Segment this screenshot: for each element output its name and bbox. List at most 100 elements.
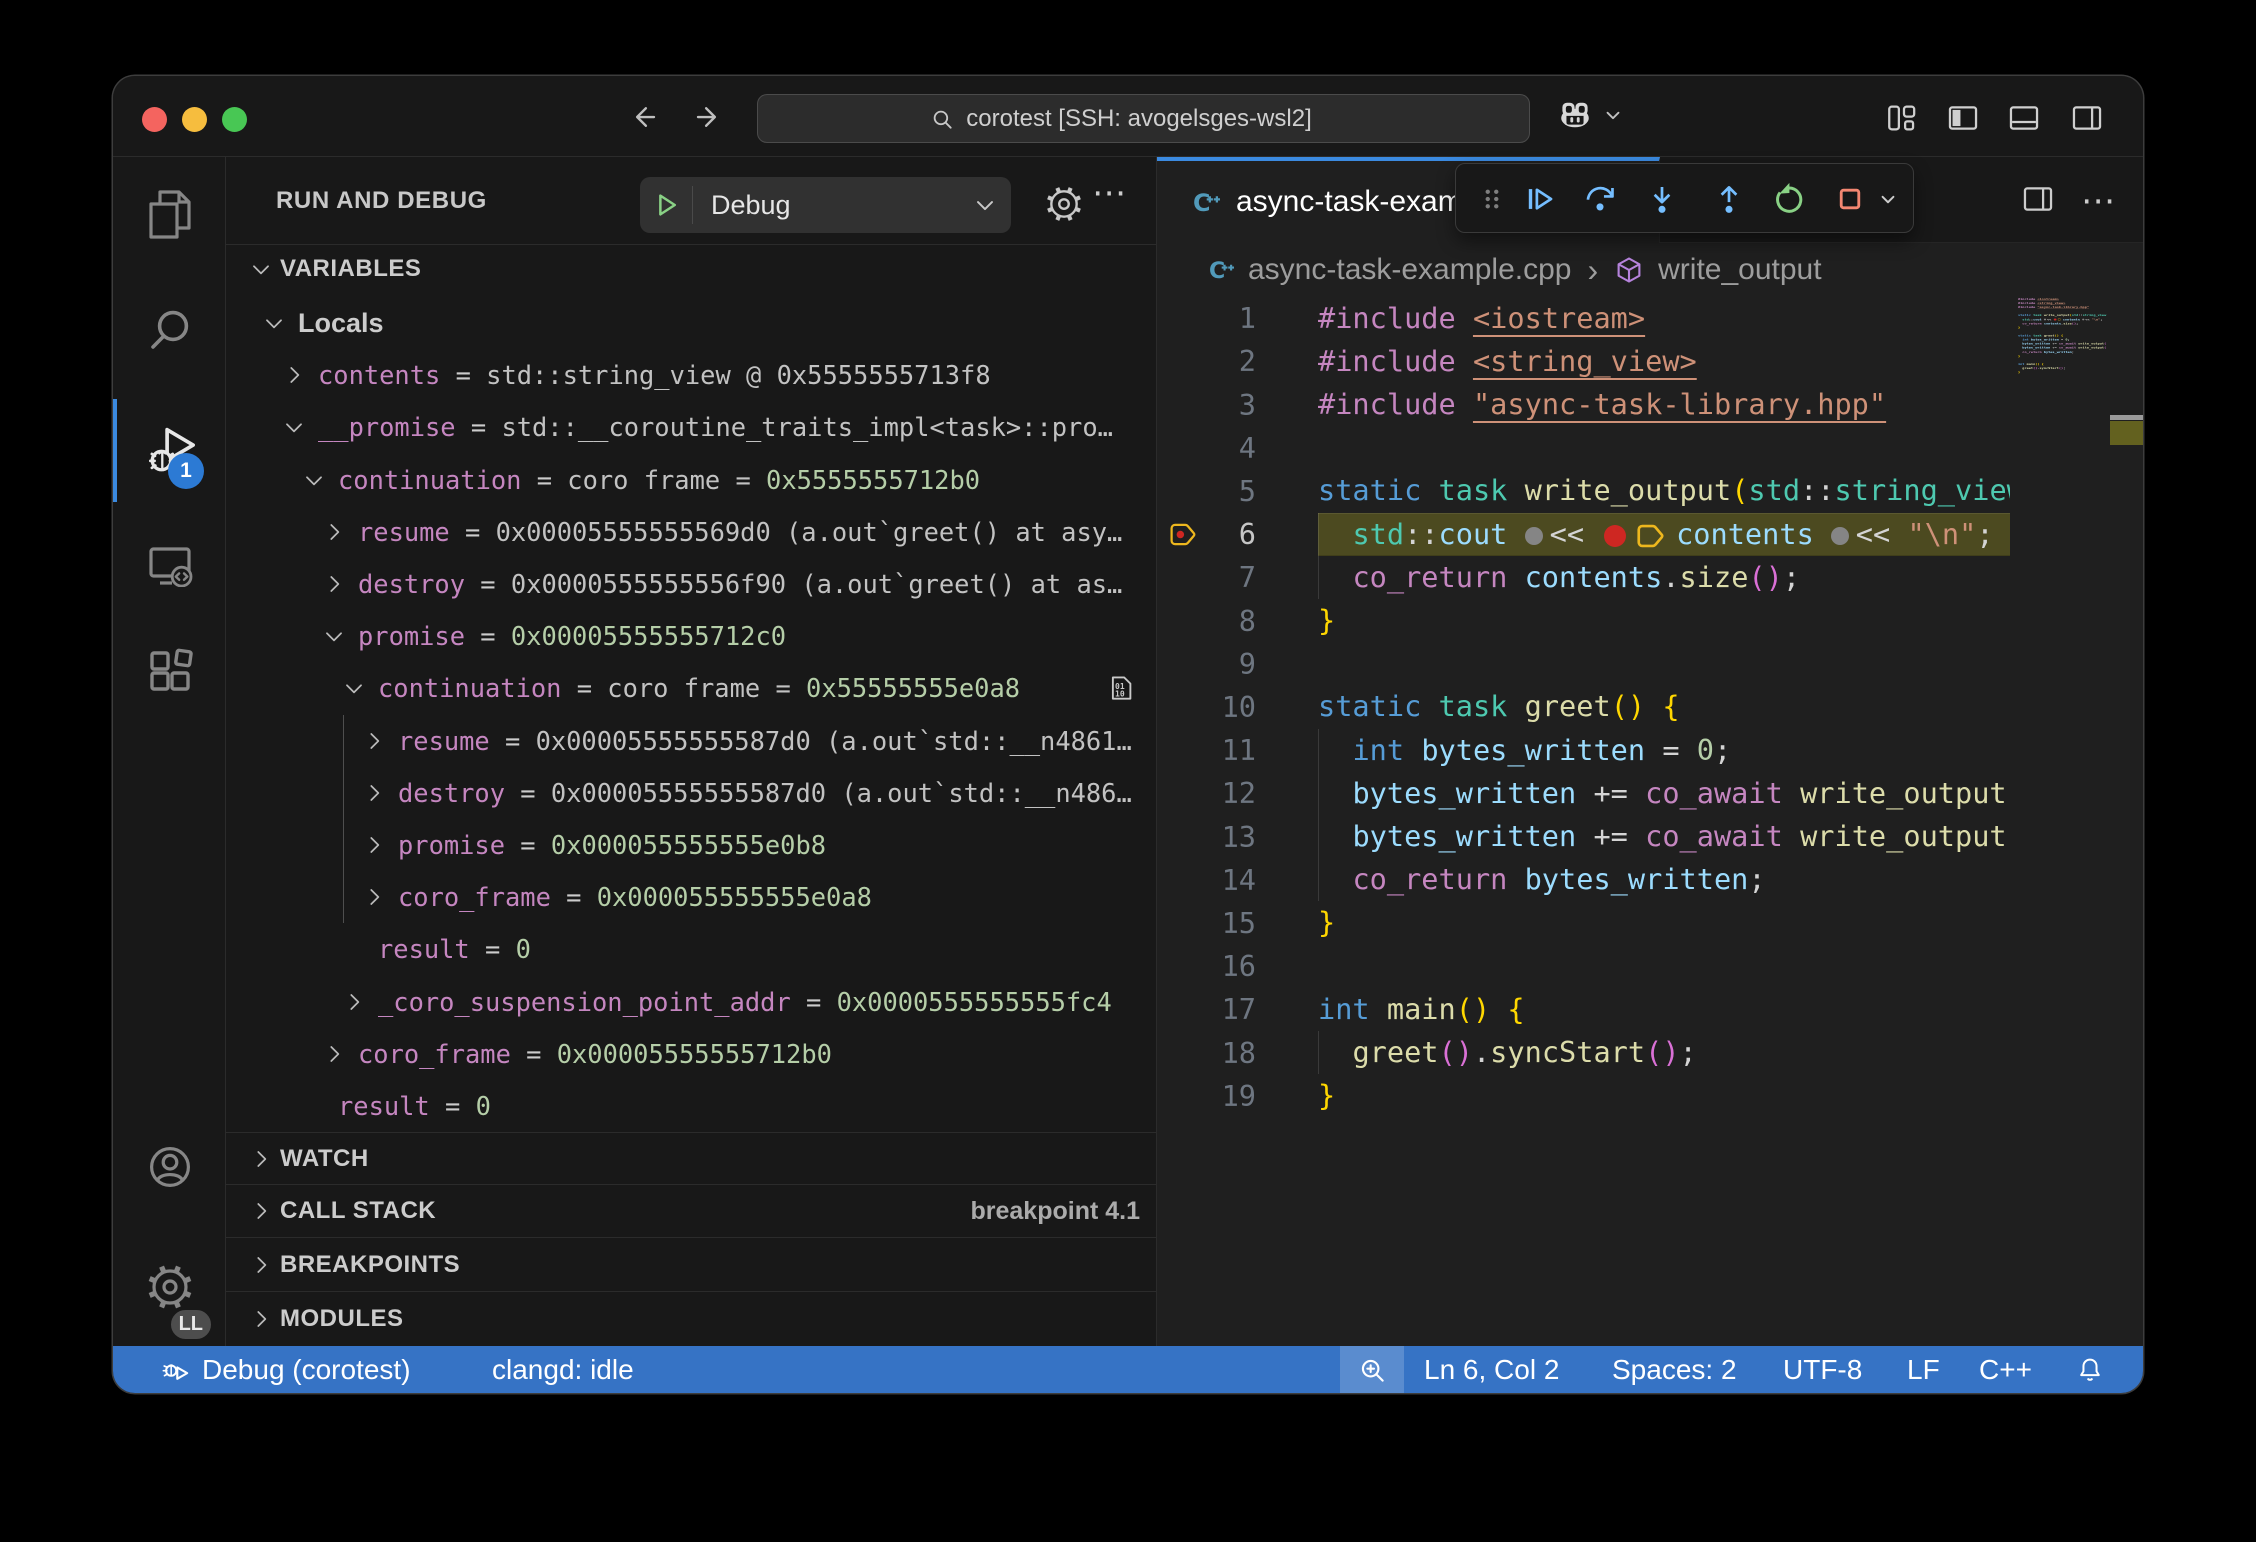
inline-breakpoint-candidate-icon[interactable] [1831, 527, 1849, 545]
gutter-line-17[interactable]: 17 [1157, 988, 1256, 1031]
statusbar-cursor-position[interactable]: Ln 6, Col 2 [1424, 1346, 1559, 1393]
variable-row-destroy-5[interactable]: destroy = 0x0000555555556f90 (a.out`gree… [226, 558, 1156, 610]
inline-breakpoint-candidate-icon[interactable] [1525, 527, 1543, 545]
chevron-right-icon[interactable] [361, 728, 387, 754]
gutter-line-4[interactable]: 4 [1157, 426, 1256, 469]
variable-row-result-12[interactable]: result = 0 [226, 923, 1156, 975]
go-back-button[interactable] [628, 101, 660, 133]
gutter-line-12[interactable]: 12 [1157, 772, 1256, 815]
continue-button[interactable] [1519, 181, 1559, 217]
step-over-button[interactable] [1580, 181, 1620, 217]
chevron-right-icon[interactable] [248, 1146, 274, 1172]
chevron-right-icon[interactable] [361, 884, 387, 910]
chevron-right-icon[interactable] [248, 1252, 274, 1278]
chevron-down-icon[interactable] [248, 256, 274, 282]
chevron-right-icon[interactable] [321, 571, 347, 597]
inline-breakpoint-icon[interactable] [2054, 318, 2057, 320]
chevron-right-icon[interactable] [361, 780, 387, 806]
toggle-panel-button[interactable] [2007, 101, 2041, 135]
statusbar-clangd-status[interactable]: clangd: idle [492, 1346, 634, 1393]
gutter-line-8[interactable]: 8 [1157, 599, 1256, 642]
step-into-button[interactable] [1642, 181, 1682, 217]
gutter-line-15[interactable]: 15 [1157, 901, 1256, 944]
gutter-line-18[interactable]: 18 [1157, 1031, 1256, 1074]
activitybar-settings[interactable]: LL [121, 1231, 218, 1343]
pane-header-modules[interactable]: MODULES [226, 1291, 1156, 1346]
file-binary-icon[interactable]: 0110 [1106, 671, 1136, 705]
gutter-line-7[interactable]: 7 [1157, 556, 1256, 599]
variable-row-promise-6[interactable]: promise = 0x00005555555712c0 [226, 610, 1156, 662]
variable-row-resume-4[interactable]: resume = 0x00005555555569d0 (a.out`greet… [226, 506, 1156, 558]
gutter-line-10[interactable]: 10 [1157, 685, 1256, 728]
pane-header-call-stack[interactable]: CALL STACKbreakpoint 4.1 [226, 1184, 1156, 1237]
variables-pane-header[interactable]: VARIABLES [226, 244, 1156, 292]
variable-row-Locals-0[interactable]: Locals [226, 297, 1156, 349]
debug-launch-bar[interactable]: Debug [640, 177, 1011, 233]
debug-toolbar[interactable] [1455, 163, 1914, 233]
variable-row-coro_frame-14[interactable]: coro_frame = 0x00005555555712b0 [226, 1028, 1156, 1080]
variable-row-result-15[interactable]: result = 0 [226, 1080, 1156, 1132]
gutter-line-19[interactable]: 19 [1157, 1074, 1256, 1117]
toolbar-more-button[interactable] [1875, 181, 1901, 217]
chevron-right-icon[interactable] [321, 1041, 347, 1067]
inline-breakpoint-candidate-icon[interactable] [2044, 319, 2046, 321]
activitybar-accounts[interactable] [121, 1111, 218, 1223]
statusbar-indentation[interactable]: Spaces: 2 [1612, 1346, 1737, 1393]
close-button[interactable] [142, 107, 167, 132]
minimize-button[interactable] [182, 107, 207, 132]
statusbar-encoding[interactable]: UTF-8 [1783, 1346, 1862, 1393]
split-editor-button[interactable] [2021, 182, 2055, 221]
variable-row-destroy-9[interactable]: destroy = 0x00005555555587d0 (a.out`std:… [226, 767, 1156, 819]
code-editor[interactable]: 1 2 3 4 5 6 7 8 9 10 11 12 13 14 15 16 1… [1157, 157, 2143, 1346]
restart-button[interactable] [1768, 181, 1808, 217]
statusbar-debug-target[interactable]: Debug (corotest) [158, 1346, 411, 1393]
zoom-button[interactable] [222, 107, 247, 132]
chevron-right-icon[interactable] [321, 519, 347, 545]
variable-row-continuation-3[interactable]: continuation = coro frame = 0x5555555712… [226, 454, 1156, 506]
activitybar-remote-explorer[interactable] [121, 507, 218, 619]
gutter-line-3[interactable]: 3 [1157, 383, 1256, 426]
variable-row-promise-2[interactable]: __promise = std::__coroutine_traits_impl… [226, 401, 1156, 453]
stop-button[interactable] [1830, 181, 1870, 217]
step-out-button[interactable] [1709, 181, 1749, 217]
statusbar-notifications[interactable] [2074, 1346, 2106, 1393]
chevron-down-icon[interactable] [971, 191, 999, 219]
variable-row-continuation-7[interactable]: continuation = coro frame = 0x55555555e0… [226, 662, 1156, 714]
chevron-right-icon[interactable] [361, 832, 387, 858]
gutter-line-9[interactable]: 9 [1157, 642, 1256, 685]
statusbar-zoom-button[interactable] [1340, 1346, 1404, 1393]
go-forward-button[interactable] [692, 101, 724, 133]
command-center[interactable]: corotest [SSH: avogelsges-wsl2] [757, 94, 1530, 143]
activitybar-explorer[interactable] [121, 160, 218, 272]
activitybar-search[interactable] [121, 273, 218, 385]
gutter-line-13[interactable]: 13 [1157, 815, 1256, 858]
views-more-actions[interactable]: ⋯ [1092, 173, 1128, 213]
chevron-right-icon[interactable] [248, 1306, 274, 1332]
toggle-primary-sidebar-button[interactable] [1946, 101, 1980, 135]
statusbar-language-mode[interactable]: C++ [1979, 1346, 2032, 1393]
editor-more-actions[interactable]: ⋯ [2081, 181, 2117, 221]
launch-config-select[interactable]: Debug [711, 190, 971, 221]
toggle-secondary-sidebar-button[interactable] [2070, 101, 2104, 135]
chevron-down-icon[interactable] [341, 675, 367, 701]
variable-row-coro_frame-11[interactable]: coro_frame = 0x000055555555e0a8 [226, 871, 1156, 923]
gutter-line-5[interactable]: 5 [1157, 469, 1256, 512]
gutter-line-14[interactable]: 14 [1157, 858, 1256, 901]
variable-row-coro_suspension_point_addr-13[interactable]: _coro_suspension_point_addr = 0x00005555… [226, 976, 1156, 1028]
pane-header-watch[interactable]: WATCH [226, 1132, 1156, 1184]
gutter-line-6[interactable]: 6 [1157, 513, 1256, 556]
copilot-button[interactable] [1556, 97, 1624, 133]
inline-breakpoint-icon[interactable] [1604, 525, 1626, 547]
chevron-down-icon[interactable] [301, 467, 327, 493]
pane-header-breakpoints[interactable]: BREAKPOINTS [226, 1237, 1156, 1291]
chevron-down-icon[interactable] [281, 414, 307, 440]
chevron-right-icon[interactable] [248, 1198, 274, 1224]
chevron-down-icon[interactable] [261, 310, 287, 336]
chevron-down-icon[interactable] [321, 623, 347, 649]
chevron-right-icon[interactable] [281, 362, 307, 388]
customize-layout-button[interactable] [1885, 101, 1919, 135]
gutter-line-1[interactable]: 1 [1157, 297, 1256, 340]
debug-settings-gear[interactable] [1045, 185, 1083, 228]
minimap[interactable]: #include <iostream> #include <string_vie… [2010, 297, 2110, 1277]
gutter-line-2[interactable]: 2 [1157, 340, 1256, 383]
